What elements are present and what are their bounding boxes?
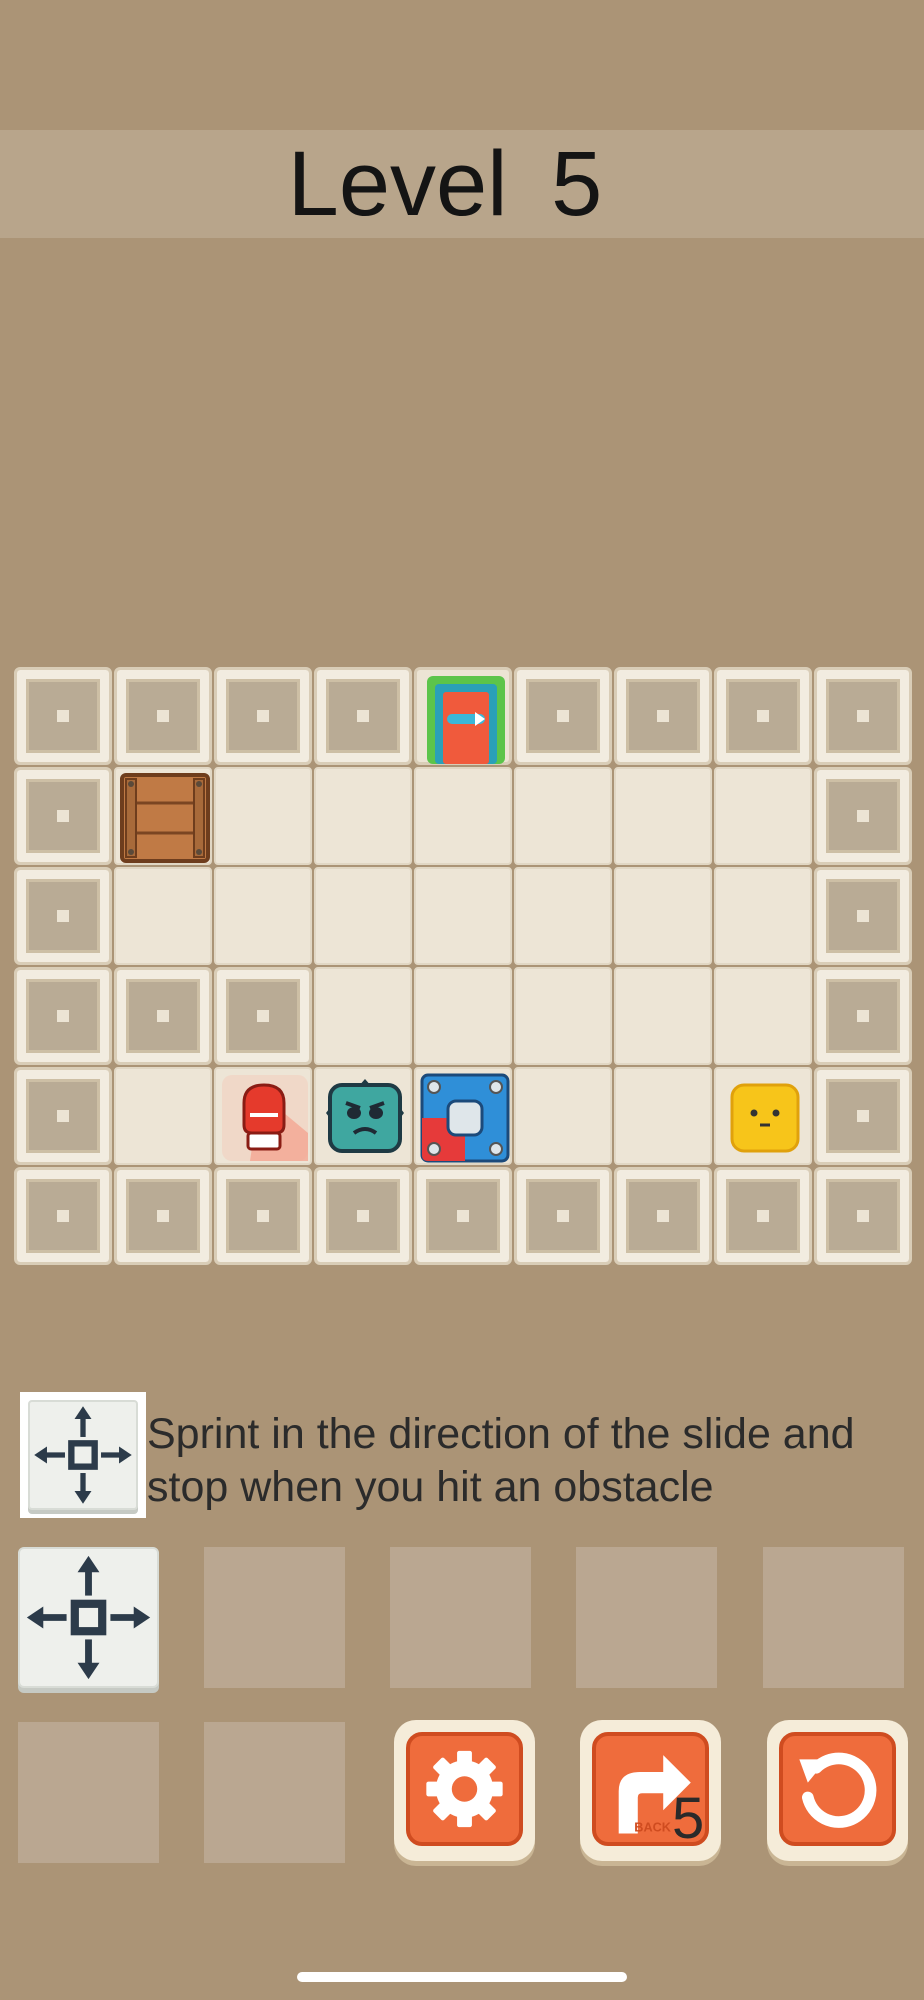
floor-tile	[214, 867, 312, 965]
floor-tile	[614, 867, 712, 965]
floor-tile	[114, 867, 212, 965]
home-indicator[interactable]	[297, 1972, 627, 1982]
wall-tile	[14, 667, 112, 765]
move-arrows-icon	[34, 1406, 132, 1504]
wall-tile	[714, 667, 812, 765]
yellow-cube-player-icon[interactable]	[720, 1073, 810, 1163]
wall-tile	[414, 1167, 512, 1265]
floor-tile	[714, 867, 812, 965]
floor-tile	[114, 1067, 212, 1165]
back-count: 5	[672, 1786, 705, 1851]
wall-tile	[114, 667, 212, 765]
wall-tile	[114, 1167, 212, 1265]
floor-tile	[314, 867, 412, 965]
wall-tile	[214, 967, 312, 1065]
settings-button[interactable]	[394, 1720, 535, 1861]
floor-tile	[714, 967, 812, 1065]
floor-tile	[414, 867, 512, 965]
spiky-monster-icon	[326, 1079, 404, 1153]
inventory-slot-empty[interactable]	[763, 1547, 904, 1688]
yellow-cube-player-tile	[714, 1067, 812, 1165]
floor-tile	[614, 967, 712, 1065]
floor-tile	[514, 967, 612, 1065]
wall-tile	[14, 967, 112, 1065]
inventory-slot-empty[interactable]	[204, 1722, 345, 1863]
hint-line-2: stop when you hit an obstacle	[147, 1463, 714, 1511]
title-bar: Level 5	[0, 130, 924, 238]
wall-tile	[14, 867, 112, 965]
blue-red-block-tile	[414, 1067, 512, 1165]
floor-tile	[614, 1067, 712, 1165]
floor-tile	[414, 767, 512, 865]
wall-tile	[614, 667, 712, 765]
wall-tile	[14, 1067, 112, 1165]
wall-tile	[814, 767, 912, 865]
wall-tile	[814, 667, 912, 765]
spiky-monster-tile	[314, 1067, 412, 1165]
wooden-crate-icon	[120, 773, 210, 863]
floor-tile	[214, 767, 312, 865]
wall-tile	[14, 1167, 112, 1265]
game-board	[14, 667, 916, 1267]
wall-tile	[814, 1167, 912, 1265]
exit-door-icon	[427, 676, 505, 764]
wooden-crate-tile	[114, 767, 212, 865]
restart-icon	[799, 1752, 877, 1828]
wall-tile	[614, 1167, 712, 1265]
floor-tile	[414, 967, 512, 1065]
wall-tile	[214, 1167, 312, 1265]
exit-door-tile	[414, 667, 512, 765]
wall-tile	[814, 1067, 912, 1165]
inventory-slot-empty[interactable]	[204, 1547, 345, 1688]
wall-tile	[814, 967, 912, 1065]
wall-tile	[714, 1167, 812, 1265]
floor-tile	[514, 767, 612, 865]
back-label: BACK	[634, 1819, 672, 1834]
restart-button[interactable]	[767, 1720, 908, 1861]
boxing-glove-icon	[222, 1075, 308, 1161]
inventory-slot-empty[interactable]	[390, 1547, 531, 1688]
level-title: Level 5	[287, 133, 603, 235]
hint-move-card	[20, 1392, 146, 1518]
inventory-slot-move[interactable]	[18, 1547, 159, 1688]
gear-icon	[426, 1750, 503, 1828]
hint-line-1: Sprint in the direction of the slide and	[147, 1410, 855, 1458]
wall-tile	[14, 767, 112, 865]
wall-tile	[514, 1167, 612, 1265]
move-arrows-icon	[26, 1555, 151, 1680]
wall-tile	[514, 667, 612, 765]
wall-tile	[114, 967, 212, 1065]
boxing-glove-tile	[214, 1067, 312, 1165]
blue-red-block-icon	[420, 1073, 510, 1163]
floor-tile	[714, 767, 812, 865]
inventory-slot-empty[interactable]	[576, 1547, 717, 1688]
inventory-slot-empty[interactable]	[18, 1722, 159, 1863]
wall-tile	[314, 1167, 412, 1265]
wall-tile	[314, 667, 412, 765]
floor-tile	[514, 1067, 612, 1165]
floor-tile	[314, 967, 412, 1065]
wall-tile	[814, 867, 912, 965]
hint-text: Sprint in the direction of the slide and…	[147, 1408, 917, 1514]
wall-tile	[214, 667, 312, 765]
floor-tile	[614, 767, 712, 865]
floor-tile	[514, 867, 612, 965]
floor-tile	[314, 767, 412, 865]
